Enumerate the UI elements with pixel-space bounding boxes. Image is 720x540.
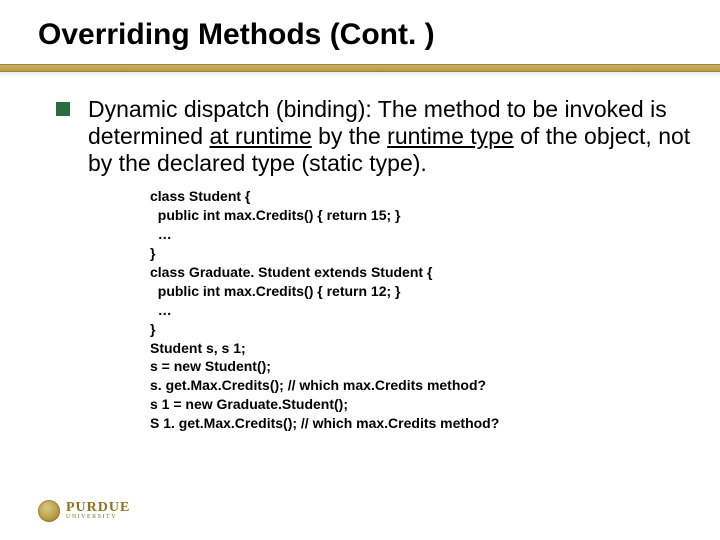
- bullet-text: Dynamic dispatch (binding): The method t…: [88, 96, 698, 177]
- square-bullet-icon: [56, 102, 70, 116]
- slide-content: Dynamic dispatch (binding): The method t…: [56, 96, 698, 433]
- slide-title: Overriding Methods (Cont. ): [38, 18, 692, 52]
- seal-icon: [38, 500, 60, 522]
- bullet-item: Dynamic dispatch (binding): The method t…: [56, 96, 698, 177]
- purdue-logo: PURDUE UNIVERSITY: [38, 500, 130, 522]
- logo-main-text: PURDUE: [66, 502, 130, 515]
- code-block: class Student { public int max.Credits()…: [150, 187, 698, 433]
- logo-sub-text: UNIVERSITY: [66, 515, 130, 520]
- divider-rule: [0, 64, 720, 78]
